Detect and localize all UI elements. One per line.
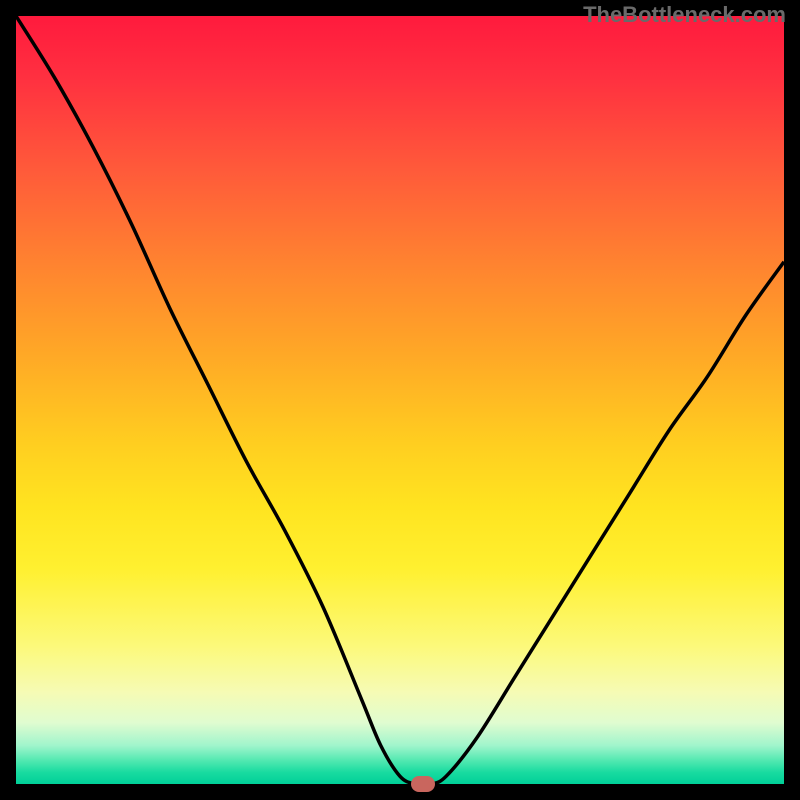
plot-area [16, 16, 784, 784]
bottleneck-curve [16, 16, 784, 784]
optimal-marker [411, 776, 435, 792]
curve-svg [16, 16, 784, 784]
watermark-label: TheBottleneck.com [583, 2, 786, 28]
chart-container: TheBottleneck.com [0, 0, 800, 800]
